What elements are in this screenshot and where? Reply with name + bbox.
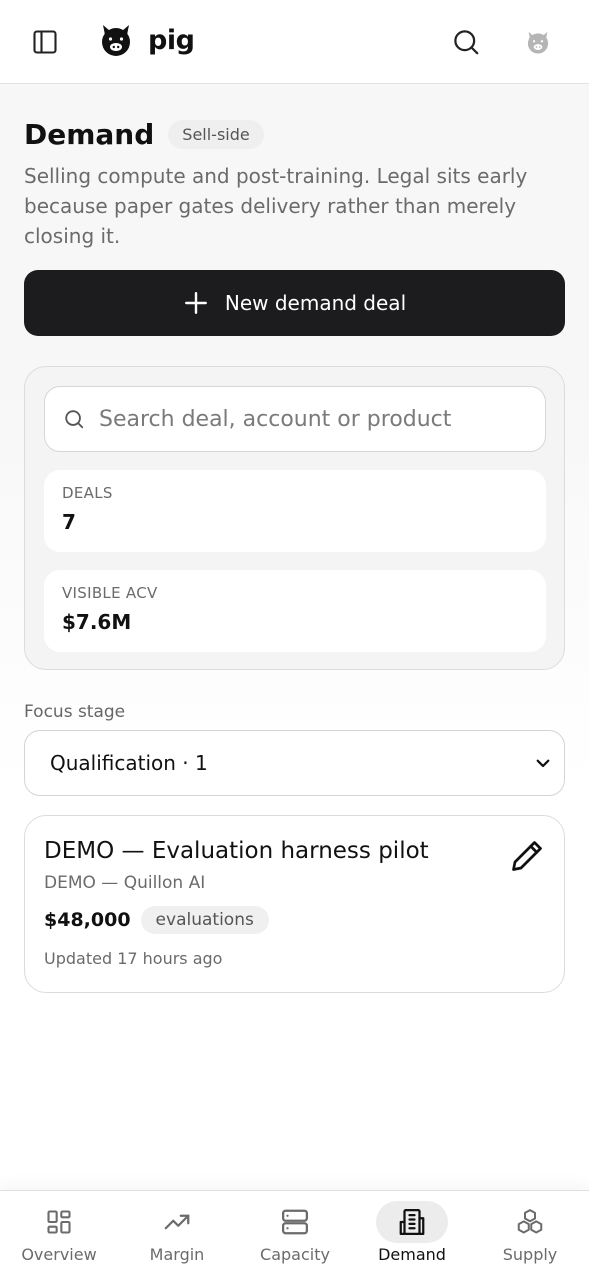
nav-label-overview: Overview [21, 1245, 97, 1264]
nav-item-supply[interactable]: Supply [471, 1191, 589, 1278]
app-logo[interactable]: pig [98, 22, 195, 58]
building-icon [399, 1209, 425, 1235]
deal-search-input[interactable] [99, 406, 519, 432]
page-title: Demand [24, 118, 155, 151]
filter-card: DEALS 7 VISIBLE ACV $7.6M [24, 366, 565, 670]
visible-acv-stat-value: $7.6M [62, 610, 132, 634]
nav-item-overview[interactable]: Overview [0, 1191, 118, 1278]
search-icon [454, 30, 479, 55]
deal-product-tag: evaluations [140, 906, 269, 934]
bottom-nav: Overview Margin Capacity Demand Supply [0, 1190, 589, 1278]
nav-label-supply: Supply [502, 1245, 558, 1264]
pig-avatar-icon [527, 31, 549, 54]
new-demand-deal-button[interactable]: New demand deal [24, 270, 565, 336]
sidebar-toggle-icon [33, 30, 57, 54]
top-bar: pig [0, 0, 589, 84]
search-button[interactable] [446, 22, 486, 62]
visible-acv-stat: VISIBLE ACV $7.6M [44, 570, 546, 652]
deal-updated-time: Updated 17 hours ago [44, 949, 223, 968]
deal-value-row: $48,000 evaluations [44, 906, 269, 934]
nav-label-capacity: Capacity [260, 1245, 330, 1264]
nav-label-demand: Demand [378, 1245, 446, 1264]
app-name: pig [148, 24, 195, 56]
deals-stat-label: DEALS [62, 484, 113, 502]
search-icon [65, 410, 84, 429]
sidebar-toggle-button[interactable] [25, 22, 65, 62]
nav-label-margin: Margin [149, 1245, 205, 1264]
nav-item-capacity[interactable]: Capacity [236, 1191, 354, 1278]
chevron-down-icon [536, 759, 550, 768]
new-demand-deal-label: New demand deal [224, 291, 407, 315]
overview-grid-icon [47, 1210, 71, 1234]
focus-stage-selected: Qualification · 1 [50, 751, 208, 775]
page-description: Selling compute and post-training. Legal… [24, 164, 528, 248]
deal-card[interactable]: DEMO — Evaluation harness pilot DEMO — Q… [24, 815, 565, 993]
nav-item-margin[interactable]: Margin [118, 1191, 236, 1278]
edit-deal-button[interactable] [507, 836, 547, 876]
deal-search-field[interactable] [44, 386, 546, 452]
boxes-icon [517, 1209, 543, 1234]
plus-icon [184, 292, 207, 314]
visible-acv-stat-label: VISIBLE ACV [62, 584, 158, 602]
deals-stat-value: 7 [62, 510, 76, 534]
focus-stage-label: Focus stage [24, 702, 126, 722]
server-icon [282, 1209, 308, 1235]
user-avatar-button[interactable] [518, 22, 558, 62]
sell-side-badge: Sell-side [168, 120, 264, 149]
pig-logo-icon [102, 25, 130, 56]
deal-account: DEMO — Quillon AI [44, 873, 206, 893]
title-row: Demand Sell-side [24, 118, 264, 151]
pencil-icon [512, 841, 542, 871]
trend-up-icon [164, 1214, 190, 1230]
deals-stat: DEALS 7 [44, 470, 546, 552]
nav-item-demand[interactable]: Demand [353, 1191, 471, 1278]
deal-value: $48,000 [44, 909, 131, 931]
main-content: Demand Sell-side Selling compute and pos… [0, 84, 589, 1190]
focus-stage-select[interactable]: Qualification · 1 [24, 730, 565, 796]
deal-title: DEMO — Evaluation harness pilot [44, 838, 429, 864]
